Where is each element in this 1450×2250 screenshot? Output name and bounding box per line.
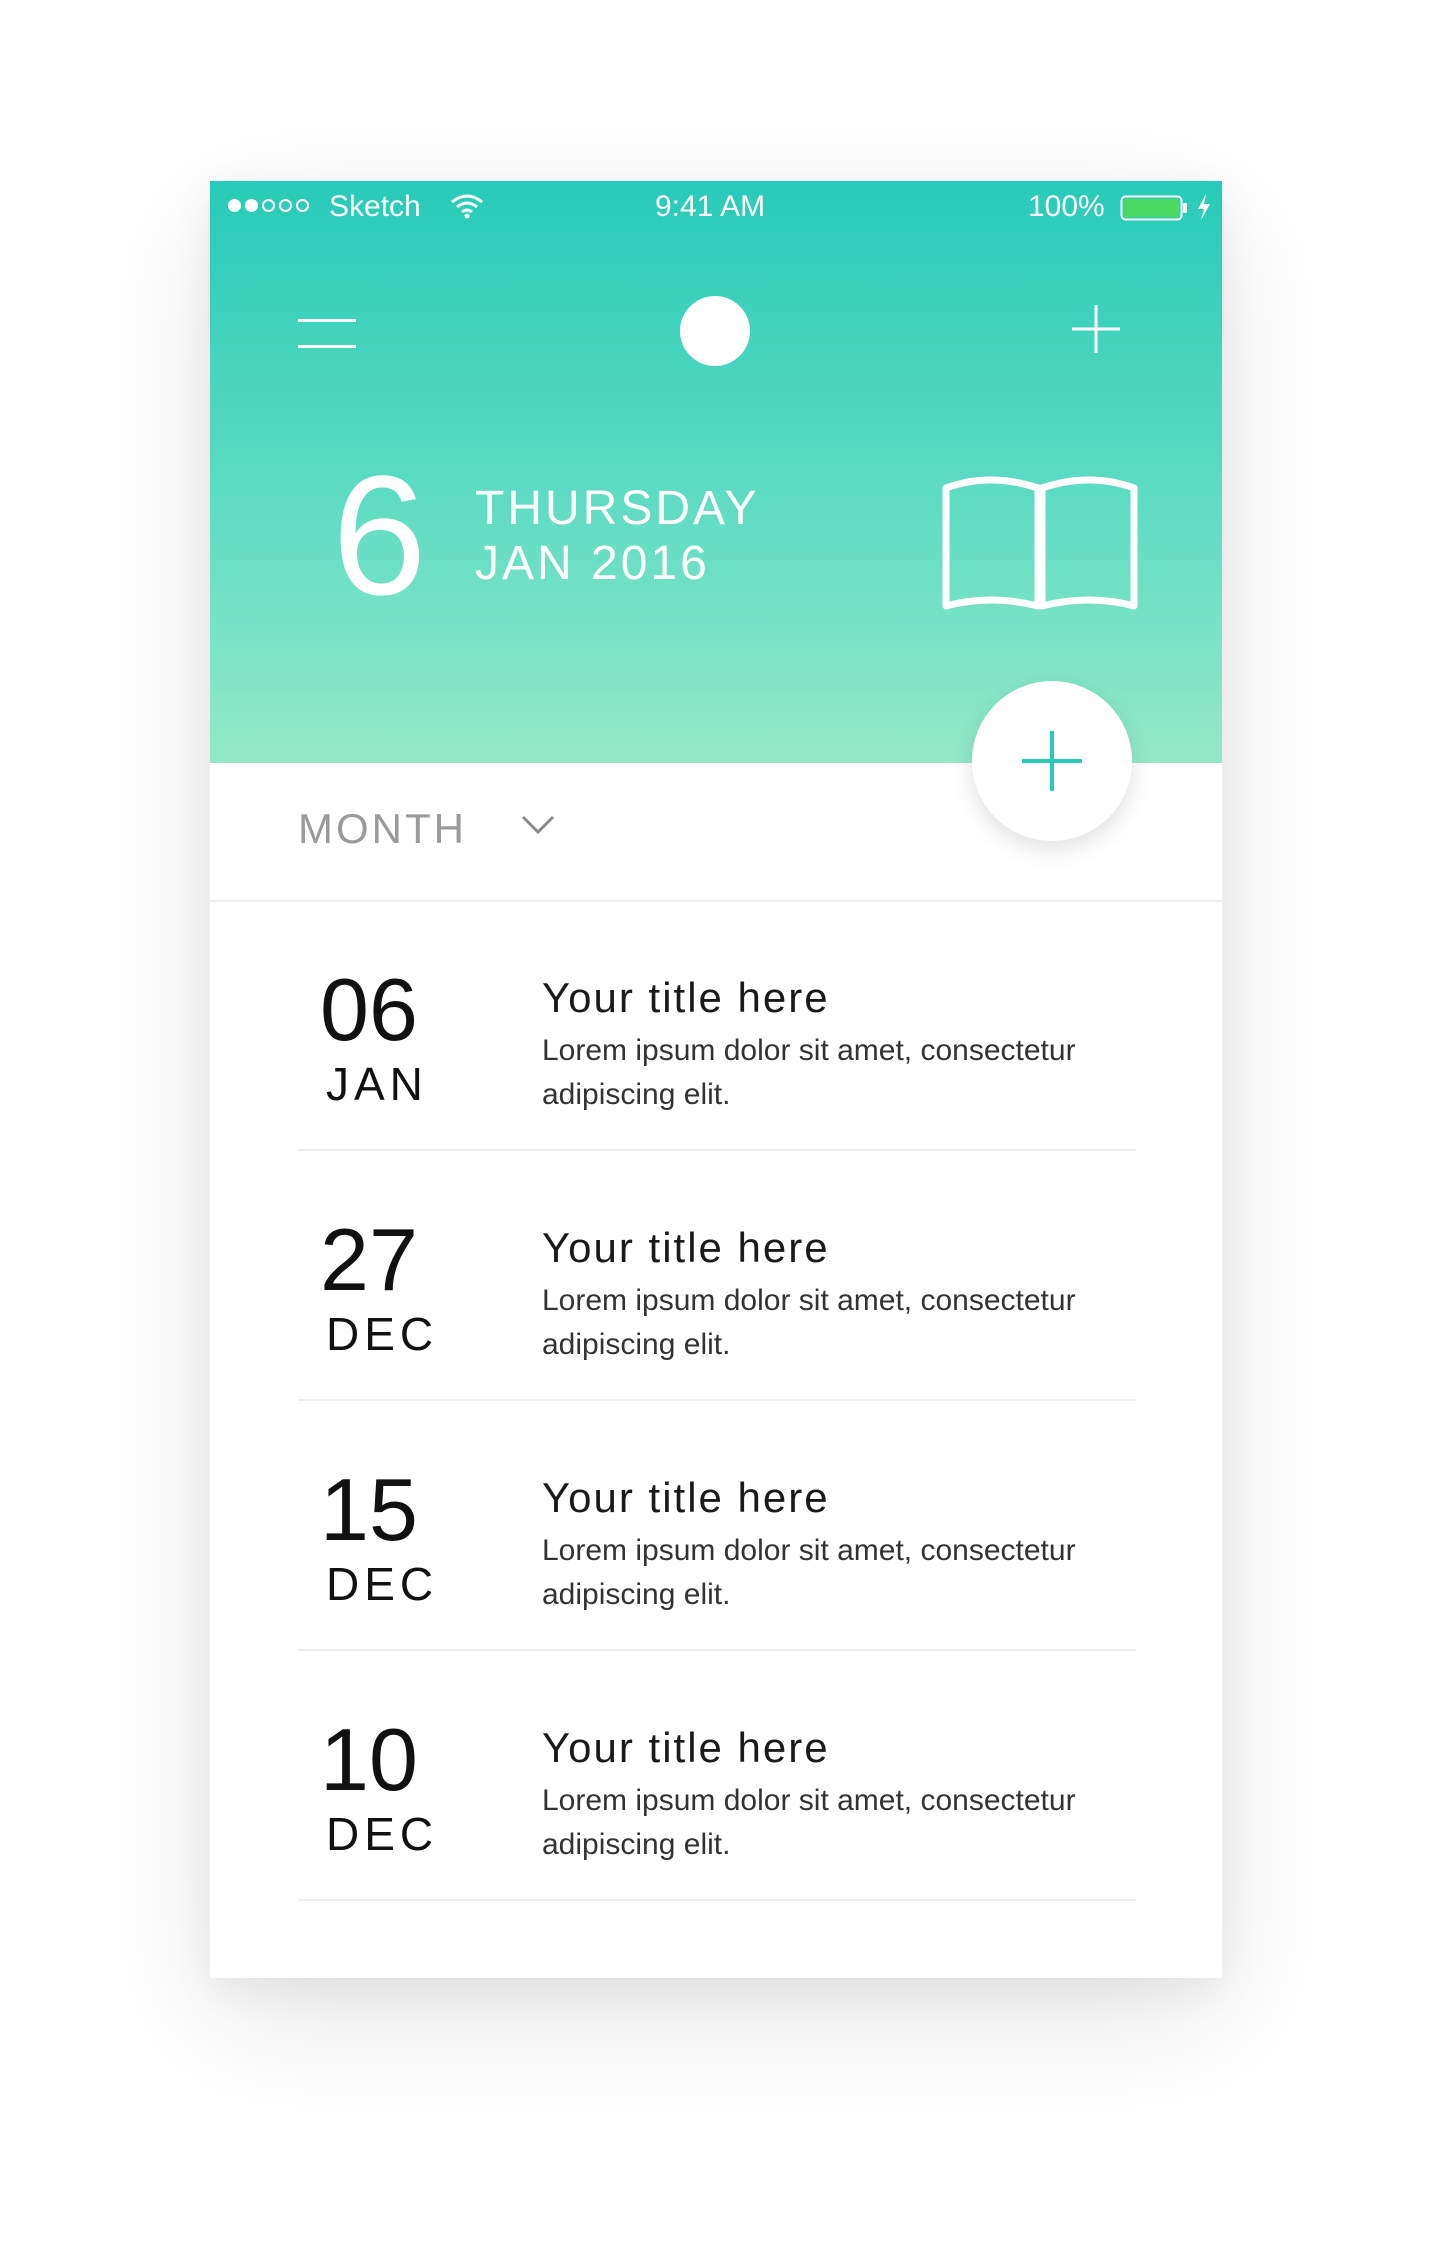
- list-item[interactable]: 27 DEC Your title here Lorem ipsum dolor…: [298, 1151, 1136, 1401]
- entry-month: JAN: [326, 1058, 428, 1110]
- current-weekday: THURSDAY: [475, 482, 760, 535]
- entry-list: 06 JAN Your title here Lorem ipsum dolor…: [298, 901, 1136, 1901]
- entry-title: Your title here: [542, 1724, 830, 1771]
- phone-screen: Sketch 9:41 AM 100% 6 THURSDAY JAN 2016 …: [210, 181, 1222, 1978]
- current-day-number: 6: [332, 441, 427, 631]
- entry-description: Lorem ipsum dolor sit amet, consectetur …: [542, 1284, 1076, 1361]
- status-time: 9:41 AM: [655, 190, 766, 223]
- carrier-name: Sketch: [329, 190, 421, 223]
- battery-icon: [1120, 195, 1187, 221]
- entry-day: 10: [320, 1710, 418, 1809]
- profile-avatar[interactable]: [680, 296, 750, 366]
- entry-title: Your title here: [542, 974, 830, 1021]
- entry-day: 06: [320, 960, 418, 1059]
- header-panel: Sketch 9:41 AM 100% 6 THURSDAY JAN 2016: [210, 181, 1222, 763]
- hamburger-menu-icon[interactable]: [298, 311, 358, 355]
- entry-day: 27: [320, 1210, 418, 1309]
- signal-strength-icon: [228, 199, 309, 212]
- book-icon[interactable]: [940, 476, 1140, 616]
- charging-bolt-icon: [1198, 194, 1210, 220]
- entry-title: Your title here: [542, 1224, 830, 1271]
- add-entry-button[interactable]: [972, 681, 1132, 841]
- month-filter-label[interactable]: MONTH: [298, 805, 467, 853]
- entry-day: 15: [320, 1460, 418, 1559]
- entry-title: Your title here: [542, 1474, 830, 1521]
- plus-icon: [1022, 731, 1082, 791]
- battery-percent: 100%: [1028, 190, 1105, 223]
- list-item[interactable]: 06 JAN Your title here Lorem ipsum dolor…: [298, 901, 1136, 1151]
- entry-description: Lorem ipsum dolor sit amet, consectetur …: [542, 1034, 1076, 1111]
- entry-description: Lorem ipsum dolor sit amet, consectetur …: [542, 1784, 1076, 1861]
- entry-month: DEC: [326, 1558, 439, 1610]
- current-month-year: JAN 2016: [475, 537, 710, 590]
- plus-icon[interactable]: [1070, 303, 1122, 355]
- status-bar: Sketch 9:41 AM 100%: [210, 181, 1222, 241]
- list-item[interactable]: 15 DEC Your title here Lorem ipsum dolor…: [298, 1401, 1136, 1651]
- entry-description: Lorem ipsum dolor sit amet, consectetur …: [542, 1534, 1076, 1611]
- wifi-icon: [451, 194, 483, 219]
- list-item[interactable]: 10 DEC Your title here Lorem ipsum dolor…: [298, 1651, 1136, 1901]
- entry-month: DEC: [326, 1308, 439, 1360]
- chevron-down-icon[interactable]: [520, 813, 556, 837]
- entry-month: DEC: [326, 1808, 439, 1860]
